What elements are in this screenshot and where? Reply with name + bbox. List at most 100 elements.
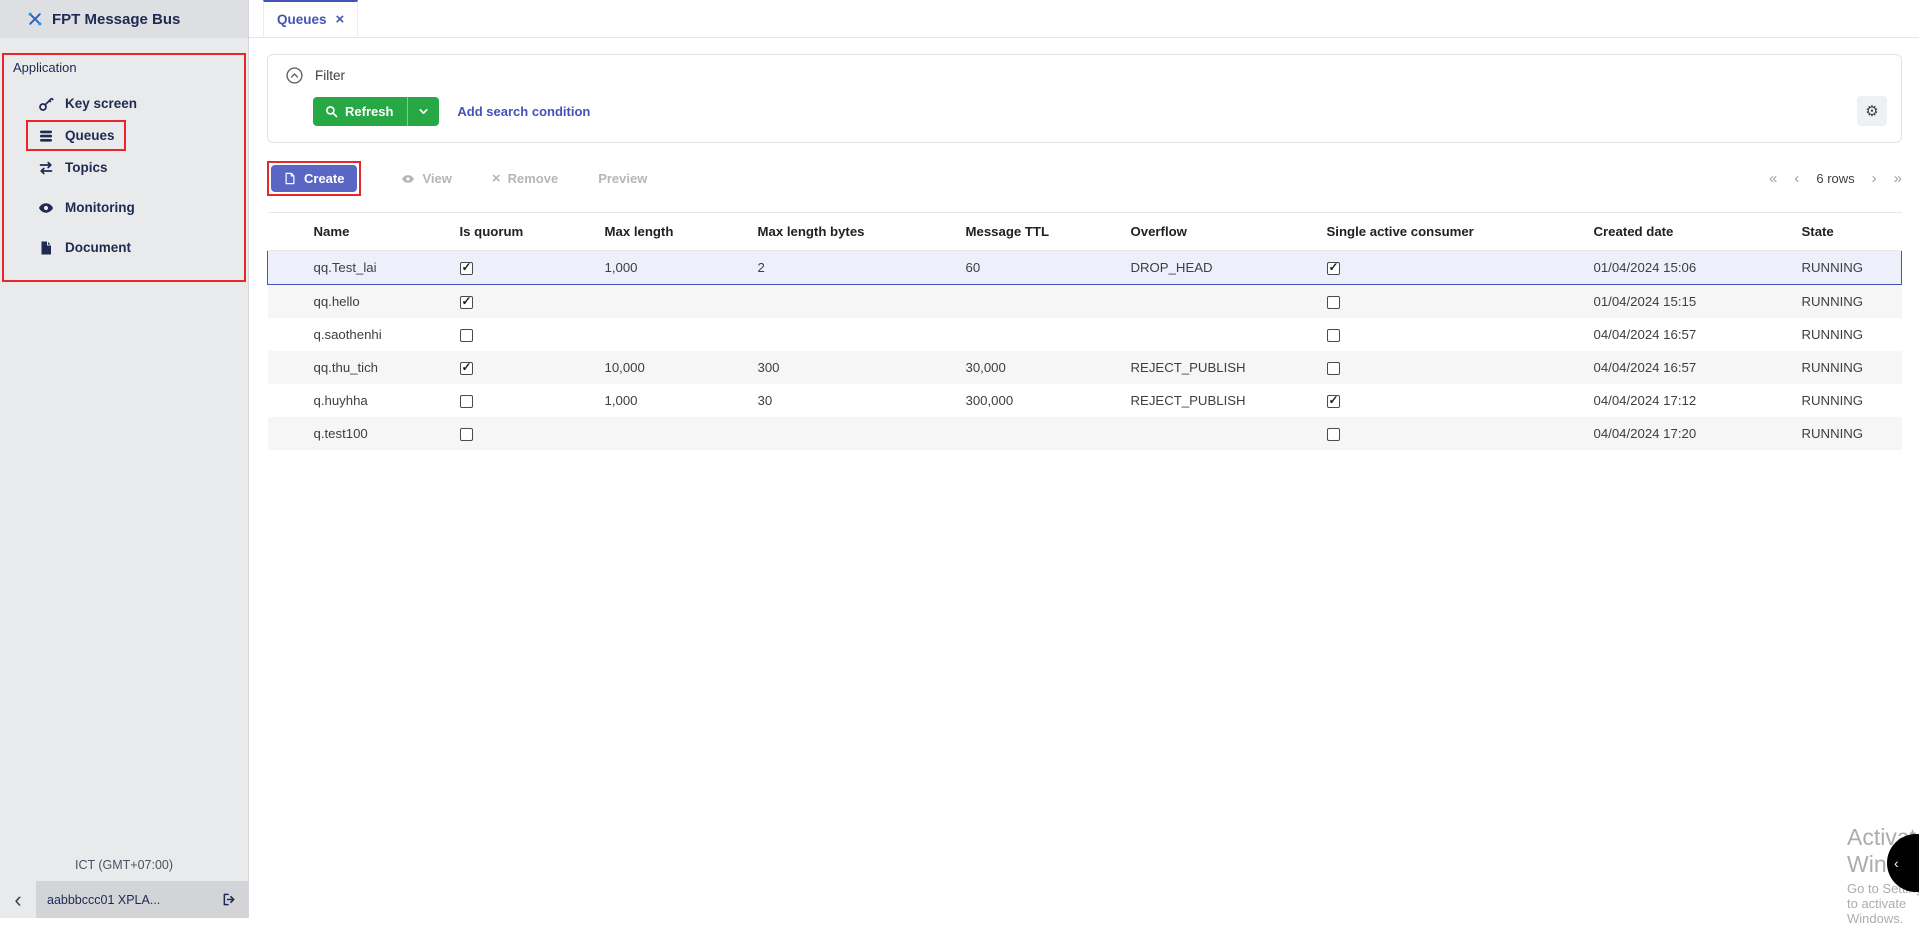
unchecked-checkbox-icon[interactable] — [460, 329, 473, 342]
overflow-cell: REJECT_PUBLISH — [1123, 384, 1319, 417]
queues-toolbar: Create View × Remove Preview — [267, 161, 1902, 196]
checked-checkbox-icon[interactable] — [1327, 395, 1340, 408]
logout-icon[interactable] — [222, 892, 237, 907]
max-length-cell: 1,000 — [597, 251, 750, 285]
row-lead-cell — [268, 285, 306, 319]
table-row[interactable]: q.test10004/04/2024 17:20RUNNING — [268, 417, 1902, 450]
checked-checkbox-icon[interactable] — [1327, 262, 1340, 275]
sidebar-item-label: Topics — [65, 160, 108, 175]
chevron-left-icon: ‹ — [14, 889, 21, 911]
checked-checkbox-icon[interactable] — [460, 362, 473, 375]
unchecked-checkbox-icon[interactable] — [1327, 428, 1340, 441]
column-header-name[interactable]: Name — [306, 213, 452, 251]
sidebar-section-label: Application — [4, 57, 244, 87]
max-length-cell — [597, 318, 750, 351]
sidebar-item-key-screen[interactable]: Key screen — [26, 88, 148, 119]
add-search-condition-link[interactable]: Add search condition — [457, 104, 590, 119]
column-header-max-length-bytes[interactable]: Max length bytes — [750, 213, 958, 251]
table-row[interactable]: q.saothenhi04/04/2024 16:57RUNNING — [268, 318, 1902, 351]
row-lead-cell — [268, 351, 306, 384]
column-header-overflow[interactable]: Overflow — [1123, 213, 1319, 251]
message-ttl-cell: 60 — [958, 251, 1123, 285]
max-length-cell — [597, 285, 750, 319]
floating-widget-button[interactable]: ‹ — [1887, 834, 1919, 892]
message-ttl-cell — [958, 318, 1123, 351]
sidebar-collapse-button[interactable]: ‹ — [0, 881, 36, 918]
row-lead-cell — [268, 318, 306, 351]
sidebar-item-label: Queues — [65, 128, 115, 143]
tab-queues[interactable]: Queues × — [263, 0, 358, 37]
column-header-message-ttl[interactable]: Message TTL — [958, 213, 1123, 251]
max-length-cell — [597, 417, 750, 450]
message-ttl-cell — [958, 285, 1123, 319]
sidebar-item-topics[interactable]: Topics — [26, 152, 119, 183]
sidebar-header: FPT Message Bus — [0, 0, 248, 38]
prev-page-icon[interactable]: ‹ — [1794, 171, 1799, 186]
checked-checkbox-icon[interactable] — [460, 296, 473, 309]
filter-header: Filter — [268, 55, 1901, 90]
state-cell: RUNNING — [1794, 285, 1902, 319]
create-button[interactable]: Create — [271, 165, 357, 192]
refresh-button[interactable]: Refresh — [313, 97, 407, 126]
pagination: « ‹ 6 rows › » — [1769, 171, 1902, 186]
row-lead-cell — [268, 251, 306, 285]
unchecked-checkbox-icon[interactable] — [1327, 329, 1340, 342]
column-header-max-length[interactable]: Max length — [597, 213, 750, 251]
last-page-icon[interactable]: » — [1894, 171, 1902, 186]
unchecked-checkbox-icon[interactable] — [1327, 296, 1340, 309]
refresh-split-button: Refresh — [313, 97, 439, 126]
eye-icon — [401, 172, 415, 186]
column-header-state[interactable]: State — [1794, 213, 1902, 251]
state-cell: RUNNING — [1794, 417, 1902, 450]
main-area: Queues × Filter — [249, 0, 1919, 918]
view-button[interactable]: View — [401, 171, 451, 186]
table-row[interactable]: q.huyhha1,00030300,000REJECT_PUBLISH04/0… — [268, 384, 1902, 417]
collapse-panel-icon[interactable] — [286, 67, 303, 84]
unchecked-checkbox-icon[interactable] — [1327, 362, 1340, 375]
rows-count-label: 6 rows — [1816, 171, 1854, 186]
topics-icon — [37, 159, 54, 176]
single-active-consumer-cell — [1319, 351, 1586, 384]
overflow-cell: REJECT_PUBLISH — [1123, 351, 1319, 384]
sidebar-item-monitoring[interactable]: Monitoring — [26, 192, 146, 223]
table-row[interactable]: qq.hello01/04/2024 15:15RUNNING — [268, 285, 1902, 319]
single-active-consumer-cell — [1319, 285, 1586, 319]
refresh-dropdown-button[interactable] — [407, 97, 439, 126]
row-lead-cell — [268, 417, 306, 450]
is-quorum-cell — [452, 318, 597, 351]
is-quorum-cell — [452, 285, 597, 319]
checked-checkbox-icon[interactable] — [460, 262, 473, 275]
app-title: FPT Message Bus — [52, 11, 180, 28]
overflow-cell — [1123, 417, 1319, 450]
tab-close-icon[interactable]: × — [336, 12, 345, 27]
state-cell: RUNNING — [1794, 351, 1902, 384]
user-account-bar[interactable]: aabbbccc01 XPLA... — [36, 881, 248, 918]
sidebar-annotation-box: Application Key screen Queues Topics — [2, 53, 246, 282]
column-header-is-quorum[interactable]: Is quorum — [452, 213, 597, 251]
filter-settings-button[interactable]: ⚙ — [1857, 96, 1887, 126]
first-page-icon[interactable]: « — [1769, 171, 1777, 186]
unchecked-checkbox-icon[interactable] — [460, 395, 473, 408]
table-row[interactable]: qq.Test_lai1,000260DROP_HEAD01/04/2024 1… — [268, 251, 1902, 285]
column-header-single-active-consumer[interactable]: Single active consumer — [1319, 213, 1586, 251]
table-row[interactable]: qq.thu_tich10,00030030,000REJECT_PUBLISH… — [268, 351, 1902, 384]
unchecked-checkbox-icon[interactable] — [460, 428, 473, 441]
app-window: FPT Message Bus Application Key screen Q… — [0, 0, 1919, 918]
preview-button[interactable]: Preview — [598, 171, 647, 186]
queue-name-cell: q.test100 — [306, 417, 452, 450]
sidebar-item-queues[interactable]: Queues — [26, 120, 126, 151]
overflow-cell: DROP_HEAD — [1123, 251, 1319, 285]
message-ttl-cell: 30,000 — [958, 351, 1123, 384]
next-page-icon[interactable]: › — [1872, 171, 1877, 186]
sidebar-item-document[interactable]: Document — [26, 232, 142, 263]
created-date-cell: 01/04/2024 15:06 — [1586, 251, 1794, 285]
create-button-label: Create — [304, 171, 344, 186]
column-header-created-date[interactable]: Created date — [1586, 213, 1794, 251]
filter-title: Filter — [315, 68, 345, 83]
sidebar-footer: ICT (GMT+07:00) ‹ aabbbccc01 XPLA... — [0, 858, 248, 918]
queue-name-cell: q.saothenhi — [306, 318, 452, 351]
queue-name-cell: qq.Test_lai — [306, 251, 452, 285]
remove-button[interactable]: × Remove — [492, 171, 558, 186]
max-length-bytes-cell — [750, 417, 958, 450]
max-length-cell: 1,000 — [597, 384, 750, 417]
